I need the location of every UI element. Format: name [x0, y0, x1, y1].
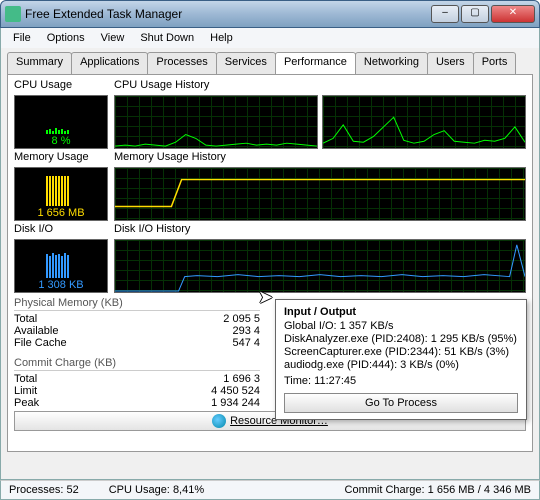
- tooltip-time: Time: 11:27:45: [284, 375, 518, 387]
- status-procs-v: 52: [66, 484, 78, 496]
- status-procs-k: Processes:: [9, 484, 63, 496]
- physmem-avail-k: Available: [14, 325, 190, 337]
- minimize-button[interactable]: –: [431, 5, 459, 23]
- status-commit-k: Commit Charge:: [345, 484, 425, 496]
- commit-peak-k: Peak: [14, 397, 190, 409]
- window-title: Free Extended Task Manager: [25, 7, 429, 21]
- disk-io-gauge-value: 1 308 KB: [15, 279, 107, 291]
- cpu-gauge: 8 %: [14, 95, 108, 149]
- disk-history-chart: [114, 239, 526, 293]
- tab-processes[interactable]: Processes: [147, 52, 216, 74]
- memory-usage-label: Memory Usage: [14, 151, 110, 165]
- resource-monitor-icon: [212, 414, 226, 428]
- cpu-gauge-value: 8 %: [15, 135, 107, 147]
- app-icon: [5, 6, 21, 22]
- close-button[interactable]: ✕: [491, 5, 535, 23]
- physmem-title: Physical Memory (KB): [14, 297, 260, 311]
- memory-history-label: Memory Usage History: [114, 151, 526, 165]
- tab-performance[interactable]: Performance: [275, 52, 356, 74]
- physmem-total-k: Total: [14, 313, 190, 325]
- go-to-process-button[interactable]: Go To Process: [284, 393, 518, 413]
- disk-history-label: Disk I/O History: [114, 223, 526, 237]
- memory-gauge: 1 656 MB: [14, 167, 108, 221]
- cpu-history-chart-1: [322, 95, 526, 149]
- physmem-cache-k: File Cache: [14, 337, 190, 349]
- tooltip-proc-3: audiodg.exe (PID:444): 3 KB/s (0%): [284, 359, 518, 371]
- tab-networking[interactable]: Networking: [355, 52, 428, 74]
- cpu-history-chart-0: [114, 95, 318, 149]
- commit-limit-v: 4 450 524: [190, 385, 260, 397]
- commit-peak-v: 1 934 244: [190, 397, 260, 409]
- menu-options[interactable]: Options: [39, 30, 93, 46]
- tab-applications[interactable]: Applications: [71, 52, 148, 74]
- status-commit-v: 1 656 MB / 4 346 MB: [428, 484, 531, 496]
- tooltip-proc-2: ScreenCapturer.exe (PID:2344): 51 KB/s (…: [284, 346, 518, 358]
- commit-total-v: 1 696 3: [190, 373, 260, 385]
- cpu-usage-label: CPU Usage: [14, 79, 110, 93]
- tab-summary[interactable]: Summary: [7, 52, 72, 74]
- status-cpu-v: 8,41%: [173, 484, 204, 496]
- commit-limit-k: Limit: [14, 385, 190, 397]
- commit-title: Commit Charge (KB): [14, 357, 260, 371]
- menu-file[interactable]: File: [5, 30, 39, 46]
- io-tooltip: Input / Output Global I/O: 1 357 KB/s Di…: [275, 299, 527, 420]
- maximize-button[interactable]: ▢: [461, 5, 489, 23]
- tab-users[interactable]: Users: [427, 52, 474, 74]
- tooltip-global: Global I/O: 1 357 KB/s: [284, 320, 518, 332]
- physmem-avail-v: 293 4: [190, 325, 260, 337]
- status-cpu-k: CPU Usage:: [109, 484, 170, 496]
- commit-total-k: Total: [14, 373, 190, 385]
- tooltip-proc-1: DiskAnalyzer.exe (PID:2408): 1 295 KB/s …: [284, 333, 518, 345]
- tab-ports[interactable]: Ports: [473, 52, 517, 74]
- physmem-cache-v: 547 4: [190, 337, 260, 349]
- menu-view[interactable]: View: [93, 30, 133, 46]
- menu-shutdown[interactable]: Shut Down: [132, 30, 202, 46]
- cpu-history-label: CPU Usage History: [114, 79, 526, 93]
- disk-io-label: Disk I/O: [14, 223, 110, 237]
- memory-history-chart: [114, 167, 526, 221]
- disk-io-gauge: 1 308 KB: [14, 239, 108, 293]
- menu-bar: File Options View Shut Down Help: [0, 28, 540, 48]
- menu-help[interactable]: Help: [202, 30, 241, 46]
- tooltip-title: Input / Output: [284, 306, 518, 318]
- tab-services[interactable]: Services: [216, 52, 276, 74]
- physmem-total-v: 2 095 5: [190, 313, 260, 325]
- memory-gauge-value: 1 656 MB: [15, 207, 107, 219]
